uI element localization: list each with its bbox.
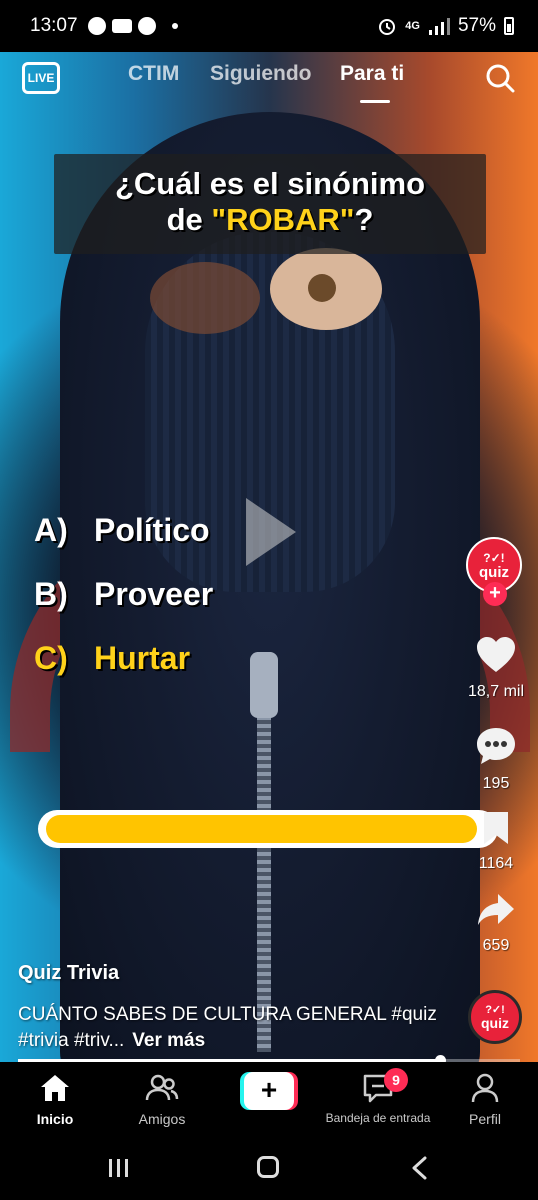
home-icon	[41, 1075, 69, 1101]
answer-text: Político	[94, 512, 210, 548]
answer-b: B) Proveer	[34, 576, 213, 613]
like-count: 18,7 mil	[467, 683, 525, 700]
system-home-icon[interactable]	[257, 1156, 279, 1178]
answer-letter: A)	[34, 512, 68, 548]
comment-icon	[477, 728, 515, 764]
nav-inbox-label: Bandeja de entrada	[325, 1111, 431, 1125]
tab-siguiendo[interactable]: Siguiendo	[210, 62, 312, 86]
alarm-icon	[379, 19, 396, 35]
nav-home[interactable]: Inicio	[0, 1072, 110, 1127]
zipper-pull	[250, 652, 278, 718]
nav-friends[interactable]: Amigos	[107, 1072, 217, 1127]
see-more-link[interactable]: Ver más	[132, 1030, 205, 1051]
live-button[interactable]: LIVE	[22, 62, 60, 94]
quiz-timer-fill	[46, 815, 477, 843]
heart-icon	[477, 637, 515, 672]
question-line-1: ¿Cuál es el sinónimo	[114, 166, 426, 201]
video-caption[interactable]: CUÁNTO SABES DE CULTURA GENERAL #quiz #t…	[18, 1002, 438, 1054]
comment-count: 195	[482, 775, 510, 792]
recents-icon[interactable]	[108, 1158, 130, 1178]
answer-a: A) Político	[34, 512, 210, 549]
avatar-logo-text: quiz	[479, 563, 509, 581]
answer-text: Hurtar	[94, 640, 191, 676]
search-icon[interactable]	[484, 62, 516, 94]
create-button[interactable]: +	[240, 1072, 298, 1110]
disc-logo-text: quiz	[481, 1015, 509, 1031]
nav-friends-label: Amigos	[138, 1111, 186, 1127]
back-icon[interactable]	[410, 1156, 430, 1180]
system-navigation	[0, 1138, 538, 1200]
chrome-icon	[137, 17, 156, 35]
share-button[interactable]: 659	[456, 892, 536, 955]
question-suffix: ?	[354, 202, 374, 237]
answer-text: Proveer	[94, 576, 214, 612]
author-name[interactable]: Quiz Trivia	[18, 962, 119, 985]
status-bar: 13:07 4G 57%	[0, 0, 538, 52]
signal-icon	[428, 18, 450, 35]
question-prefix: de	[166, 202, 212, 237]
quiz-timer-bar	[38, 810, 498, 848]
active-tab-indicator	[360, 100, 390, 103]
nav-inbox[interactable]: Bandeja de entrada	[318, 1072, 438, 1125]
share-arrow-icon	[478, 894, 514, 925]
left-eye	[150, 262, 260, 334]
nav-profile-label: Perfil	[469, 1111, 501, 1127]
sound-disc[interactable]: ?✓! quiz	[468, 990, 522, 1044]
nav-profile[interactable]: Perfil	[430, 1072, 538, 1127]
question-line-2: de "ROBAR"?	[54, 202, 486, 238]
notification-dot-icon	[171, 23, 178, 29]
plus-icon: +	[244, 1072, 294, 1110]
tab-ctim[interactable]: CTIM	[128, 62, 179, 86]
battery-icon	[504, 17, 514, 35]
save-button[interactable]: 1164	[456, 810, 536, 873]
youtube-icon	[111, 19, 132, 33]
caption-text: CUÁNTO SABES DE CULTURA GENERAL #quiz #t…	[18, 1004, 437, 1051]
answer-c: C) Hurtar	[34, 640, 190, 677]
question-keyword: "ROBAR"	[211, 202, 355, 237]
avatar-logo-mark: ?✓!	[483, 550, 505, 565]
top-nav: LIVE CTIM Siguiendo Para ti	[0, 52, 538, 112]
follow-button[interactable]: +	[483, 582, 507, 606]
friends-icon	[145, 1074, 179, 1101]
answer-letter: C)	[34, 640, 68, 676]
comment-button[interactable]: 195	[456, 726, 536, 793]
leaf-icon	[87, 17, 106, 35]
bottom-nav: Inicio Amigos + Bandeja de entrada Perfi…	[0, 1062, 538, 1138]
inbox-badge: 9	[384, 1068, 408, 1092]
bookmark-icon	[484, 812, 508, 844]
status-time: 13:07	[30, 15, 78, 36]
nav-home-label: Inicio	[36, 1111, 74, 1127]
tab-para-ti[interactable]: Para ti	[340, 62, 404, 86]
share-count: 659	[482, 937, 510, 954]
play-icon[interactable]	[240, 494, 300, 570]
quiz-question: ¿Cuál es el sinónimo de "ROBAR"?	[54, 154, 486, 254]
network-type: 4G	[405, 20, 420, 32]
status-indicators: 4G 57%	[377, 15, 514, 37]
battery-percent: 57%	[457, 15, 496, 36]
like-button[interactable]: 18,7 mil	[456, 636, 536, 701]
profile-icon	[471, 1073, 499, 1103]
save-count: 1164	[478, 855, 514, 872]
right-eye	[270, 248, 382, 330]
answer-letter: B)	[34, 576, 68, 612]
